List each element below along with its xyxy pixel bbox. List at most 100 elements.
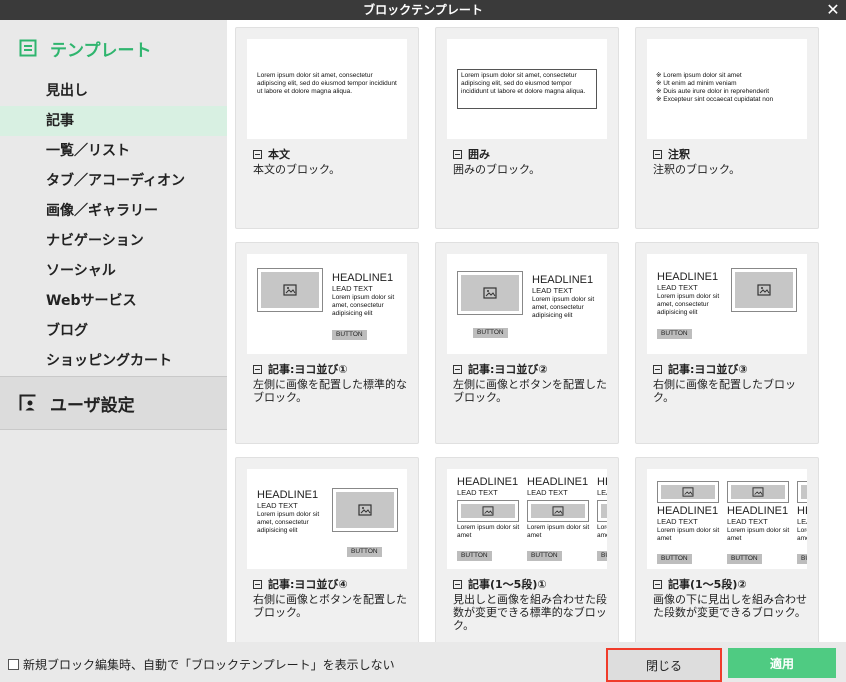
title-bar: ブロックテンプレート ✕ <box>0 0 846 20</box>
card-description: 注釈のブロック。 <box>653 163 741 176</box>
preview-lead: LEAD TEXT <box>597 488 607 497</box>
template-preview: HEADLINE1 LEAD TEXT Lorem ipsum dolor si… <box>447 469 607 569</box>
sidebar-item-blog[interactable]: ブログ <box>0 316 227 346</box>
note-line: ※ Ut enim ad minim veniam <box>656 80 737 87</box>
preview-button: BUTTON <box>332 330 367 340</box>
preview-image <box>797 481 807 503</box>
preview-button: BUTTON <box>657 329 692 339</box>
preview-lead: LEAD TEXT <box>257 501 298 510</box>
note-line: ※ Duis aute irure dolor in reprehenderit <box>656 88 770 95</box>
close-icon[interactable]: ✕ <box>824 1 842 19</box>
sidebar-section-templates[interactable]: テンプレート <box>0 20 227 76</box>
template-card-note[interactable]: ※ Lorem ipsum dolor sit amet ※ Ut enim a… <box>635 27 819 229</box>
preview-image <box>731 268 797 312</box>
preview-lead: LEAD TEXT <box>332 284 373 293</box>
card-description: 本文のブロック。 <box>253 163 341 176</box>
card-description: 見出しと画像を組み合わせた段数が変更できる標準的なブロック。 <box>453 593 607 632</box>
preview-headline: HEADLINE1 <box>657 271 719 283</box>
card-description: 囲みのブロック。 <box>453 163 541 176</box>
preview-headline: HEADLINE1 <box>657 505 719 517</box>
card-description: 左側に画像を配置した標準的なブロック。 <box>253 378 407 404</box>
card-description: 右側に画像とボタンを配置したブロック。 <box>253 593 407 619</box>
sidebar-item-navigation[interactable]: ナビゲーション <box>0 226 227 256</box>
card-title: 記事:ヨコ並び③ <box>668 363 748 376</box>
card-description: 左側に画像とボタンを配置したブロック。 <box>453 378 607 404</box>
card-title: 注釈 <box>668 148 690 161</box>
template-card-side-4[interactable]: HEADLINE1 LEAD TEXT Lorem ipsum dolor si… <box>235 457 419 642</box>
sidebar-item-headings[interactable]: 見出し <box>0 76 227 106</box>
template-card-side-2[interactable]: BUTTON HEADLINE1 LEAD TEXT Lorem ipsum d… <box>435 242 619 444</box>
preview-notes: ※ Lorem ipsum dolor sit amet ※ Ut enim a… <box>656 72 806 104</box>
preview-button: BUTTON <box>797 554 807 564</box>
user-settings-icon <box>18 393 38 413</box>
template-card-side-3[interactable]: HEADLINE1 LEAD TEXT Lorem ipsum dolor si… <box>635 242 819 444</box>
preview-lorem: Lorem ipsum dolor sit amet, consectetur … <box>257 72 397 95</box>
sidebar-item-web-services[interactable]: Webサービス <box>0 286 227 316</box>
card-title: 記事:ヨコ並び② <box>468 363 548 376</box>
sidebar-item-shopping-cart[interactable]: ショッピングカート <box>0 346 227 376</box>
preview-lead: LEAD TEXT <box>457 488 498 497</box>
sidebar-item-list[interactable]: 一覧／リスト <box>0 136 227 166</box>
template-preview: Lorem ipsum dolor sit amet, consectetur … <box>447 39 607 139</box>
card-title: 囲み <box>468 148 490 161</box>
note-line: ※ Excepteur sint occaecat cupidatat non <box>656 96 774 103</box>
template-preview: Lorem ipsum dolor sit amet, consectetur … <box>247 39 407 139</box>
preview-lorem: Lorem ipsum dolor sit amet <box>457 524 520 539</box>
block-icon <box>453 364 462 374</box>
image-icon <box>757 284 771 296</box>
image-icon <box>358 504 372 516</box>
template-preview: BUTTON HEADLINE1 LEAD TEXT Lorem ipsum d… <box>447 254 607 354</box>
preview-button: BUTTON <box>457 551 492 561</box>
sidebar-item-article[interactable]: 記事 <box>0 106 227 136</box>
sidebar-item-tabs[interactable]: タブ／アコーディオン <box>0 166 227 196</box>
template-card-columns-2[interactable]: HEADLINE1 LEAD TEXT Lorem ipsum dolor si… <box>635 457 819 642</box>
block-icon <box>453 579 462 589</box>
preview-lead: LEAD TEXT <box>727 517 768 526</box>
preview-headline: HEADLINE1 <box>797 505 807 517</box>
image-icon <box>752 487 764 497</box>
template-preview: HEADLINE1 LEAD TEXT Lorem ipsum dolor si… <box>647 254 807 354</box>
apply-button[interactable]: 適用 <box>728 648 836 678</box>
preview-headline: HEADLINE1 <box>457 476 519 488</box>
template-preview: HEADLINE1 LEAD TEXT Lorem ipsum dolor si… <box>647 469 807 569</box>
image-icon <box>483 287 497 299</box>
close-button[interactable]: 閉じる <box>606 648 722 682</box>
block-icon <box>253 149 262 159</box>
preview-headline: HEADLINE1 <box>727 505 789 517</box>
template-preview: ※ Lorem ipsum dolor sit amet ※ Ut enim a… <box>647 39 807 139</box>
preview-lead: LEAD TEXT <box>657 517 698 526</box>
template-card-enclosed[interactable]: Lorem ipsum dolor sit amet, consectetur … <box>435 27 619 229</box>
hide-template-checkbox[interactable] <box>8 659 19 670</box>
sidebar-section-label: ユーザ設定 <box>50 395 135 416</box>
template-card-body[interactable]: Lorem ipsum dolor sit amet, consectetur … <box>235 27 419 229</box>
preview-lead: LEAD TEXT <box>657 283 698 292</box>
preview-lorem: Lorem ipsum dolor sit amet <box>727 527 790 542</box>
template-card-side-1[interactable]: HEADLINE1 LEAD TEXT Lorem ipsum dolor si… <box>235 242 419 444</box>
preview-button: BUTTON <box>347 547 382 557</box>
template-icon <box>18 38 38 58</box>
preview-image <box>727 481 789 503</box>
preview-headline: HEADLINE1 <box>527 476 589 488</box>
sidebar-item-social[interactable]: ソーシャル <box>0 256 227 286</box>
preview-image <box>597 500 607 522</box>
block-icon <box>453 149 462 159</box>
preview-image <box>257 268 323 312</box>
preview-button: BUTTON <box>473 328 508 338</box>
sidebar-item-gallery[interactable]: 画像／ギャラリー <box>0 196 227 226</box>
preview-lorem: Lorem ipsum dolor sit amet <box>797 527 807 542</box>
preview-lorem: Lorem ipsum dolor sit amet <box>527 524 590 539</box>
sidebar-section-label: テンプレート <box>50 40 152 61</box>
block-icon <box>253 364 262 374</box>
sidebar-section-user[interactable]: ユーザ設定 <box>0 376 227 430</box>
card-description: 右側に画像を配置したブロック。 <box>653 378 796 404</box>
preview-lorem: Lorem ipsum dolor sit amet, consectetur … <box>532 296 595 319</box>
preview-headline: HEADLINE1 <box>332 272 394 284</box>
template-card-columns-1[interactable]: HEADLINE1 LEAD TEXT Lorem ipsum dolor si… <box>435 457 619 642</box>
preview-headline: HEADLINE1 <box>532 274 594 286</box>
preview-lorem: Lorem ipsum dolor sit amet <box>597 524 607 539</box>
preview-frame: Lorem ipsum dolor sit amet, consectetur … <box>457 69 597 109</box>
image-icon <box>552 506 564 516</box>
block-icon <box>653 149 662 159</box>
preview-image <box>657 481 719 503</box>
note-line: ※ Lorem ipsum dolor sit amet <box>656 72 742 79</box>
